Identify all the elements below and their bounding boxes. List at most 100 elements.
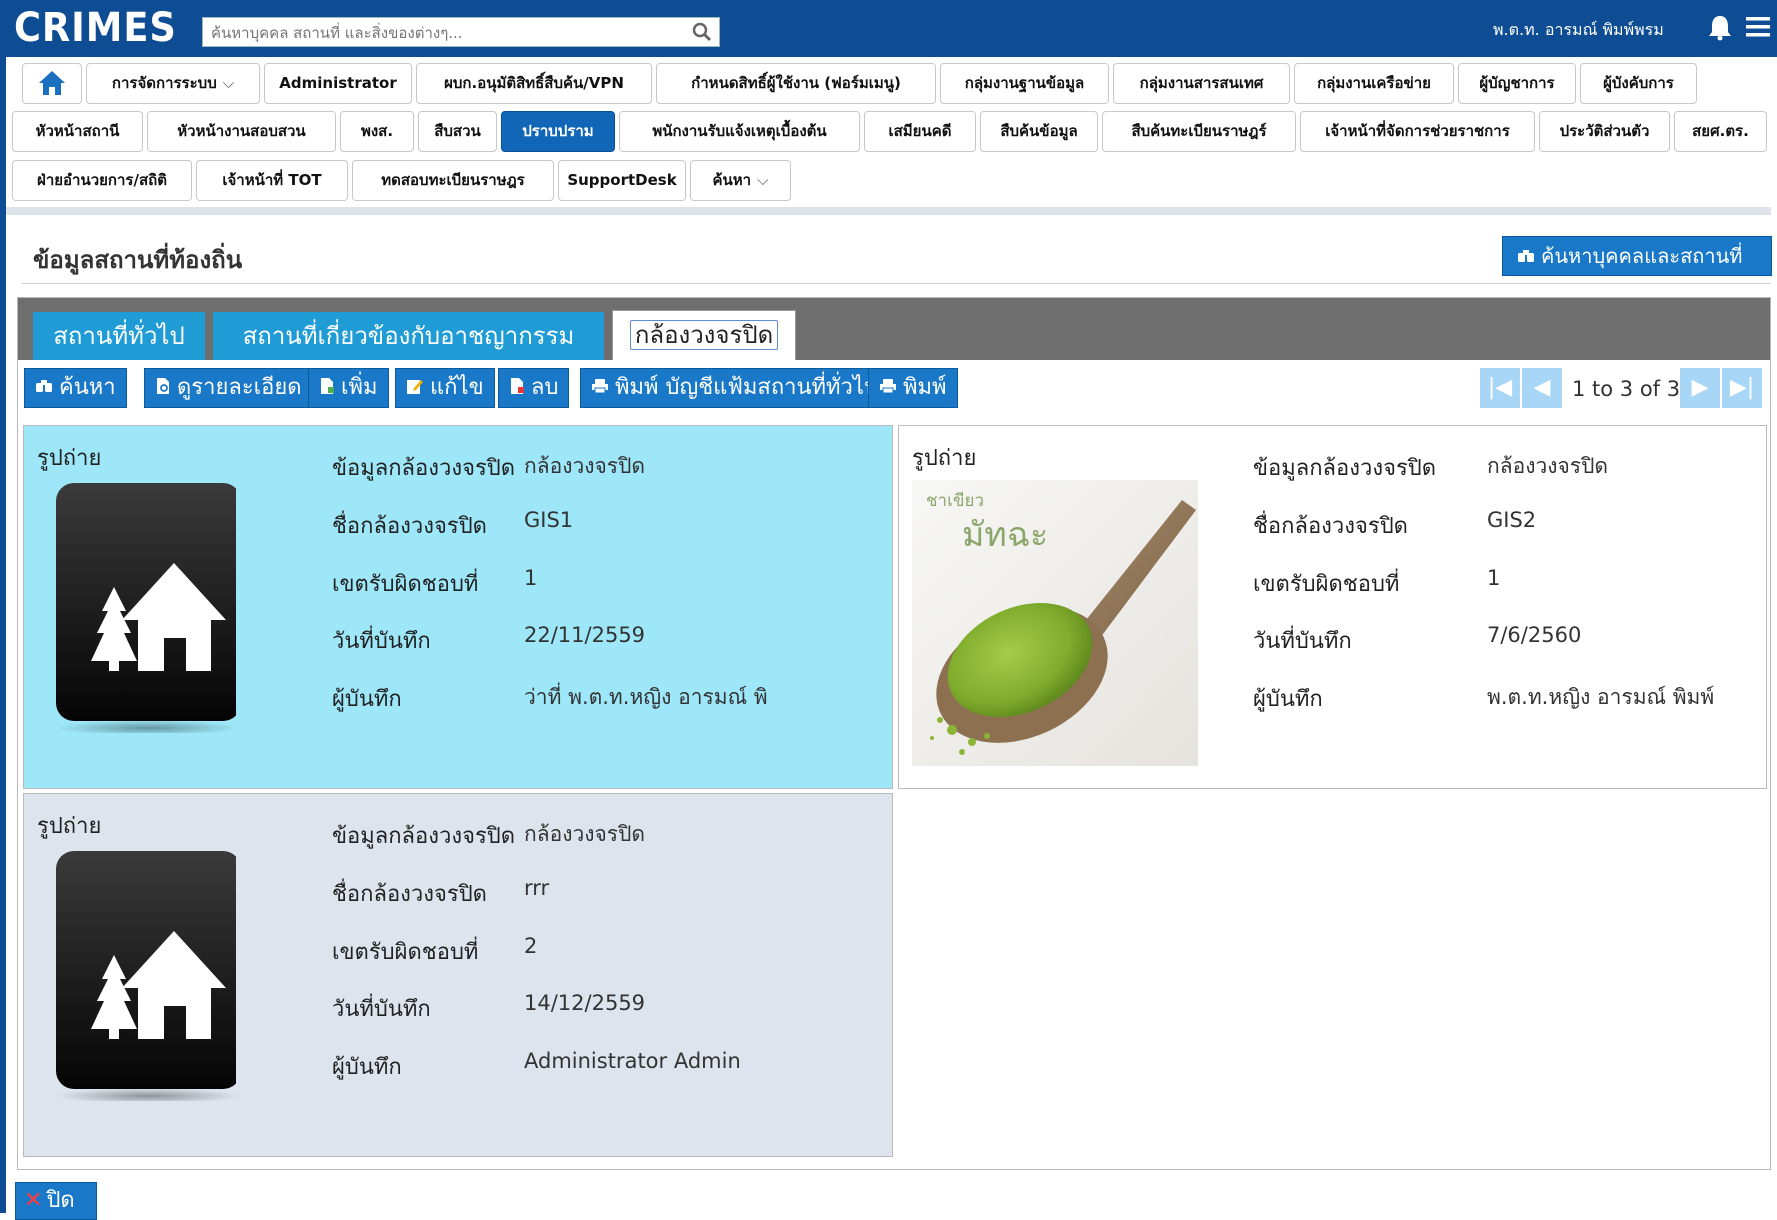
nav-item-investigation-head[interactable]: หัวหน้างานสอบสวน <box>147 111 336 152</box>
tab-cctv[interactable]: กล้องวงจรปิด <box>612 310 796 360</box>
nav-item-admin-stats[interactable]: ฝ่ายอำนวยการ/สถิติ <box>12 160 192 201</box>
global-search-input[interactable] <box>209 19 693 47</box>
nav-item-vpn-approval[interactable]: ผบก.อนุมัติสิทธิ์สืบค้น/VPN <box>416 63 652 104</box>
nav-item-station-head[interactable]: หัวหน้าสถานี <box>12 111 143 152</box>
cctv-info-value: กล้องวงจรปิด <box>1487 454 1609 478</box>
search-icon[interactable] <box>691 21 713 47</box>
nav-item-suppression[interactable]: ปราบปราม <box>501 111 615 152</box>
search-people-places-label: ค้นหาบุคคลและสถานที่ <box>1541 244 1743 268</box>
home-button[interactable] <box>22 63 82 104</box>
record-date-value: 22/11/2559 <box>524 623 646 647</box>
document-add-icon <box>321 378 334 394</box>
search-people-places-button[interactable]: ค้นหาบุคคลและสถานที่ <box>1502 236 1772 276</box>
record-date-value: 7/6/2560 <box>1487 623 1582 647</box>
nav-item-civil-registry-search[interactable]: สืบค้นทะเบียนราษฎร์ <box>1102 111 1296 152</box>
cctv-card[interactable]: รูปถ่าย ข้อมูลกล้องวงจรปิด กล้องวงจรปิด … <box>23 425 893 789</box>
prev-page-icon[interactable]: ◀ <box>1522 368 1562 408</box>
delete-button-label: ลบ <box>531 375 559 400</box>
top-bar: CRIMES พ.ต.ท. อารมณ์ พิมพ์พรม <box>0 0 1777 57</box>
nav-item-administrator[interactable]: Administrator <box>264 63 412 104</box>
bell-icon[interactable] <box>1706 13 1734 45</box>
nav-item-inquiry-officer[interactable]: พงส. <box>340 111 414 152</box>
nav-item-syt[interactable]: สยศ.ตร. <box>1674 111 1767 152</box>
photo-label: รูปถ่าย <box>37 814 102 839</box>
home-icon <box>39 71 65 95</box>
cctv-info-label: ข้อมูลกล้องวงจรปิด <box>332 824 516 849</box>
nav-item-user-permissions[interactable]: กำหนดสิทธิ์ผู้ใช้งาน (ฟอร์มเมนู) <box>656 63 936 104</box>
tab-general-places[interactable]: สถานที่ทั่วไป <box>33 312 205 360</box>
hamburger-menu-icon[interactable] <box>1744 14 1772 44</box>
pager: |◀ ◀ 1 to 3 of 3 ▶ ▶| <box>1480 368 1770 408</box>
matcha-photo-caption-small: ชาเขียว <box>926 491 984 511</box>
binoculars-icon <box>36 380 52 392</box>
nav-item-search-menu[interactable]: ค้นหา ⌵ <box>690 160 791 201</box>
print-list-button[interactable]: พิมพ์ บัญชีแฟ้มสถานที่ทั่วไป <box>580 368 889 408</box>
add-button-label: เพิ่ม <box>341 375 378 400</box>
close-button-label: ปิด <box>46 1188 75 1213</box>
tab-crime-places[interactable]: สถานที่เกี่ยวข้องกับอาชญากรรม <box>213 312 604 360</box>
recorder-value: Administrator Admin <box>524 1049 741 1073</box>
next-page-icon[interactable]: ▶ <box>1680 368 1720 408</box>
record-date-label: วันที่บันทึก <box>1253 629 1352 654</box>
tab-cctv-label: กล้องวงจรปิด <box>629 320 779 350</box>
close-button[interactable]: ✕ ปิด <box>15 1182 97 1220</box>
cctv-name-label: ชื่อกล้องวงจรปิด <box>332 514 487 539</box>
cctv-info-label: ข้อมูลกล้องวงจรปิด <box>332 456 516 481</box>
search-button-label: ค้นหา <box>59 375 116 400</box>
nav-item-incident-officer[interactable]: พนักงานรับแจ้งเหตุเบื้องต้น <box>619 111 860 152</box>
recorder-label: ผู้บันทึก <box>332 1055 402 1080</box>
zone-value: 1 <box>524 566 538 590</box>
zone-value: 2 <box>524 934 538 958</box>
view-detail-button[interactable]: ดูรายละเอียด <box>144 368 313 408</box>
cctv-name-value: rrr <box>524 876 550 900</box>
first-page-icon[interactable]: |◀ <box>1480 368 1520 408</box>
printer-icon <box>880 379 896 394</box>
document-view-icon <box>157 378 169 394</box>
cctv-card[interactable]: รูปถ่าย ชาเขียว มัทฉะ ข้อมูลกล้องวงจรปิด… <box>898 425 1767 789</box>
tab-bar: สถานที่ทั่วไป สถานที่เกี่ยวข้องกับอาชญาก… <box>18 298 1770 360</box>
nav-item-assist-officer[interactable]: เจ้าหน้าที่จัดการช่วยราชการ <box>1300 111 1535 152</box>
cctv-card[interactable]: รูปถ่าย ข้อมูลกล้องวงจรปิด กล้องวงจรปิด … <box>23 793 893 1157</box>
nav-item-case-clerk[interactable]: เสมียนคดี <box>864 111 976 152</box>
last-page-icon[interactable]: ▶| <box>1722 368 1762 408</box>
add-button[interactable]: เพิ่ม <box>308 368 389 408</box>
nav-item-database-group[interactable]: กลุ่มงานฐานข้อมูล <box>940 63 1109 104</box>
nav-item-tot-officer[interactable]: เจ้าหน้าที่ TOT <box>196 160 348 201</box>
nav-item-commander[interactable]: ผู้บัญชาการ <box>1458 63 1576 104</box>
zone-value: 1 <box>1487 566 1501 590</box>
cctv-info-label: ข้อมูลกล้องวงจรปิด <box>1253 456 1437 481</box>
global-search[interactable] <box>202 17 720 47</box>
nav-item-investigation[interactable]: สืบสวน <box>418 111 497 152</box>
cctv-name-label: ชื่อกล้องวงจรปิด <box>1253 514 1408 539</box>
cctv-name-value: GIS1 <box>524 508 574 532</box>
nav-item-superintendent[interactable]: ผู้บังคับการ <box>1580 63 1697 104</box>
record-date-label: วันที่บันทึก <box>332 629 431 654</box>
recorder-value: พ.ต.ท.หญิง อารมณ์ พิมพ์ <box>1487 685 1715 709</box>
record-date-value: 14/12/2559 <box>524 991 646 1015</box>
nav-item-system-admin[interactable]: การจัดการระบบ ⌵ <box>86 63 260 104</box>
page-title: ข้อมูลสถานที่ท้องถิ่น <box>33 246 243 274</box>
cctv-info-value: กล้องวงจรปิด <box>524 822 646 846</box>
search-button[interactable]: ค้นหา <box>24 368 127 408</box>
edit-icon <box>407 380 423 394</box>
nav-item-registry-test[interactable]: ทดสอบทะเบียนราษฎร <box>352 160 554 201</box>
nav-item-network-group[interactable]: กลุ่มงานเครือข่าย <box>1294 63 1454 104</box>
pager-info: 1 to 3 of 3 <box>1572 377 1681 401</box>
app-logo[interactable]: CRIMES <box>14 6 177 50</box>
record-date-label: วันที่บันทึก <box>332 997 431 1022</box>
nav-item-data-search[interactable]: สืบค้นข้อมูล <box>980 111 1098 152</box>
delete-button[interactable]: ลบ <box>498 368 570 408</box>
nav-item-label: การจัดการระบบ <box>111 74 217 92</box>
nav-item-infosys-group[interactable]: กลุ่มงานสารสนเทศ <box>1113 63 1290 104</box>
place-placeholder-icon <box>56 483 241 737</box>
print-button-label: พิมพ์ <box>903 375 947 400</box>
printer-icon <box>592 379 608 394</box>
nav-item-profile[interactable]: ประวัติส่วนตัว <box>1539 111 1670 152</box>
print-list-label: พิมพ์ บัญชีแฟ้มสถานที่ทั่วไป <box>615 375 878 400</box>
print-button[interactable]: พิมพ์ <box>868 368 958 408</box>
nav-item-supportdesk[interactable]: SupportDesk <box>558 160 686 201</box>
chevron-down-icon: ⌵ <box>222 74 235 92</box>
edit-button[interactable]: แก้ไข <box>395 368 495 408</box>
recorder-value: ว่าที่ พ.ต.ท.หญิง อารมณ์ พิ <box>524 685 768 709</box>
user-name[interactable]: พ.ต.ท. อารมณ์ พิมพ์พรม <box>1493 18 1664 43</box>
